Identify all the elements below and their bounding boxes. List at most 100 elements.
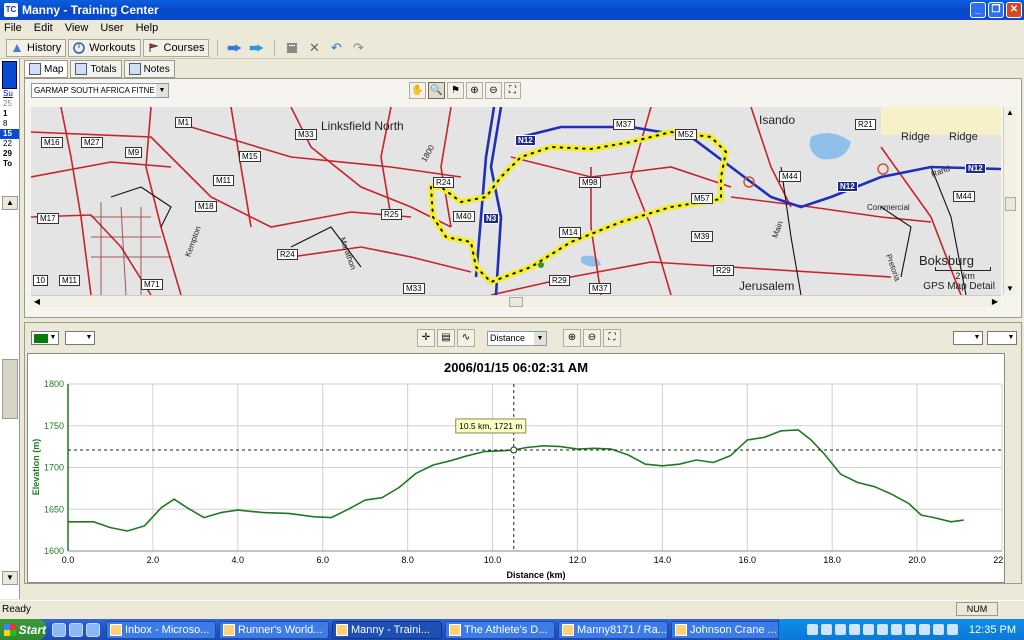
restore-button[interactable]: ❐ bbox=[988, 2, 1004, 18]
pan-hand-icon[interactable]: ✋ bbox=[409, 82, 426, 99]
browser-icon[interactable] bbox=[52, 622, 66, 637]
desktop-icon[interactable] bbox=[86, 622, 100, 637]
scroll-right-arrow[interactable]: ▶ bbox=[989, 296, 1001, 308]
system-tray: 12:35 PM bbox=[778, 619, 1024, 640]
tray-icon[interactable] bbox=[946, 624, 958, 635]
tab-map[interactable]: Map bbox=[24, 60, 69, 78]
courses-button[interactable]: Courses bbox=[142, 38, 210, 57]
notes-icon bbox=[128, 63, 141, 75]
fill-chart-icon[interactable]: ▤ bbox=[437, 329, 455, 347]
road-shield: M14 bbox=[559, 227, 581, 238]
chart-series-select[interactable]: ▼ bbox=[65, 331, 95, 345]
tray-icon[interactable] bbox=[820, 624, 832, 635]
redo-icon[interactable]: ↷ bbox=[350, 40, 366, 56]
fit-extent-icon[interactable]: ⛶ bbox=[603, 329, 621, 347]
calendar-day[interactable]: 15 bbox=[0, 129, 19, 139]
properties-icon[interactable] bbox=[284, 40, 300, 56]
scroll-thumb[interactable] bbox=[2, 359, 18, 419]
map-canvas[interactable]: Linksfield North Isando Ridge Ridge Boks… bbox=[31, 107, 1001, 295]
num-lock-indicator: NUM bbox=[956, 602, 998, 616]
map-horizontal-scrollbar[interactable]: ◀ ▶ bbox=[31, 295, 1001, 307]
x-tick-label: 2.0 bbox=[147, 555, 160, 565]
zoom-out-icon[interactable]: ⊖ bbox=[583, 329, 601, 347]
menu-file[interactable]: File bbox=[4, 22, 22, 34]
tray-icon[interactable] bbox=[862, 624, 874, 635]
scroll-down-arrow[interactable]: ▼ bbox=[2, 571, 18, 585]
scroll-up-arrow[interactable]: ▲ bbox=[1004, 107, 1016, 119]
calendar-day[interactable]: 22 bbox=[0, 139, 19, 149]
zoom-out-icon[interactable]: ⊖ bbox=[485, 82, 502, 99]
taskbar-item[interactable]: Manny8171 / Ra... bbox=[558, 620, 668, 639]
map-source-select[interactable]: GARMAP SOUTH AFRICA FITNE ▼ bbox=[31, 83, 169, 98]
menu-view[interactable]: View bbox=[65, 22, 89, 34]
chart-option-select[interactable]: ▼ bbox=[953, 331, 983, 345]
title-bar: TC Manny - Training Center _ ❐ ✕ bbox=[0, 0, 1024, 20]
scroll-down-arrow[interactable]: ▼ bbox=[1004, 283, 1016, 295]
start-button[interactable]: Start bbox=[0, 619, 46, 640]
menu-user[interactable]: User bbox=[100, 22, 123, 34]
history-button[interactable]: History bbox=[6, 38, 67, 57]
close-button[interactable]: ✕ bbox=[1006, 2, 1022, 18]
tray-icon[interactable] bbox=[834, 624, 846, 635]
outlook-icon[interactable] bbox=[69, 622, 83, 637]
delete-icon[interactable]: ✕ bbox=[306, 40, 322, 56]
road-shield: M52 bbox=[675, 129, 697, 140]
scroll-thumb[interactable] bbox=[1005, 197, 1016, 211]
menu-edit[interactable]: Edit bbox=[34, 22, 53, 34]
menu-help[interactable]: Help bbox=[136, 22, 159, 34]
tab-notes[interactable]: Notes bbox=[123, 60, 175, 78]
crosshair-icon[interactable]: ✛ bbox=[417, 329, 435, 347]
scroll-left-arrow[interactable]: ◀ bbox=[31, 296, 43, 308]
zoom-in-icon[interactable]: ⊕ bbox=[563, 329, 581, 347]
taskbar-item[interactable]: Johnson Crane ... bbox=[671, 620, 781, 639]
calendar-day[interactable]: 8 bbox=[0, 119, 19, 129]
import-icon[interactable] bbox=[227, 40, 243, 56]
calendar-day[interactable]: Su bbox=[0, 89, 19, 99]
tray-icon[interactable] bbox=[932, 624, 944, 635]
tray-icon[interactable] bbox=[848, 624, 860, 635]
tray-icon[interactable] bbox=[806, 624, 818, 635]
flag-icon[interactable]: ⚑ bbox=[447, 82, 464, 99]
place-label: Isando bbox=[759, 113, 796, 127]
line-chart-icon[interactable]: ∿ bbox=[457, 329, 475, 347]
map-scale: 2 km GPS Map Detail bbox=[923, 267, 995, 292]
taskbar-item[interactable]: Inbox - Microso... bbox=[106, 620, 216, 639]
scroll-up-arrow[interactable]: ▲ bbox=[2, 196, 18, 210]
chart-option-select-2[interactable]: ▼ bbox=[987, 331, 1017, 345]
line-color-picker[interactable]: ▼ bbox=[31, 331, 59, 345]
tray-icon[interactable] bbox=[890, 624, 902, 635]
view-tabs: Map Totals Notes bbox=[24, 60, 175, 78]
road-shield: M44 bbox=[779, 171, 801, 182]
calendar-day[interactable]: 25 bbox=[0, 99, 19, 109]
calendar-day[interactable]: 1 bbox=[0, 109, 19, 119]
tray-icon[interactable] bbox=[876, 624, 888, 635]
quick-launch bbox=[52, 622, 100, 637]
taskbar-item[interactable]: Runner's World... bbox=[219, 620, 329, 639]
zoom-in-icon[interactable]: ⊕ bbox=[466, 82, 483, 99]
tray-icon[interactable] bbox=[918, 624, 930, 635]
road-shield: R29 bbox=[549, 275, 570, 286]
minimize-button[interactable]: _ bbox=[970, 2, 986, 18]
export-icon[interactable] bbox=[249, 40, 265, 56]
tab-totals[interactable]: Totals bbox=[70, 60, 122, 78]
tray-icon[interactable] bbox=[904, 624, 916, 635]
fit-extent-icon[interactable]: ⛶ bbox=[504, 82, 521, 99]
chevron-down-icon: ▼ bbox=[85, 334, 93, 341]
place-label: Linksfield North bbox=[321, 119, 404, 133]
road-shield: M11 bbox=[213, 175, 234, 186]
x-tick-label: 12.0 bbox=[569, 555, 587, 565]
elevation-chart[interactable]: 2006/01/15 06:02:31 AM Distance (km) Ele… bbox=[27, 353, 1005, 583]
workouts-button[interactable]: Workouts bbox=[68, 38, 141, 57]
select-zoom-icon[interactable]: 🔍 bbox=[428, 82, 445, 99]
scroll-thumb[interactable] bbox=[509, 297, 523, 307]
calendar-day[interactable]: 29 bbox=[0, 149, 19, 159]
taskbar-item[interactable]: Manny - Traini... bbox=[332, 620, 442, 639]
x-axis-select[interactable]: Distance ▼ bbox=[487, 330, 547, 346]
menu-bar: File Edit View User Help bbox=[0, 20, 1024, 36]
road-shield: R21 bbox=[855, 119, 876, 130]
undo-icon[interactable]: ↶ bbox=[328, 40, 344, 56]
x-tick-label: 18.0 bbox=[823, 555, 841, 565]
taskbar-item[interactable]: The Athlete's D... bbox=[445, 620, 555, 639]
calendar-day[interactable]: To bbox=[0, 159, 19, 169]
map-vertical-scrollbar[interactable]: ▲ ▼ bbox=[1003, 107, 1017, 295]
